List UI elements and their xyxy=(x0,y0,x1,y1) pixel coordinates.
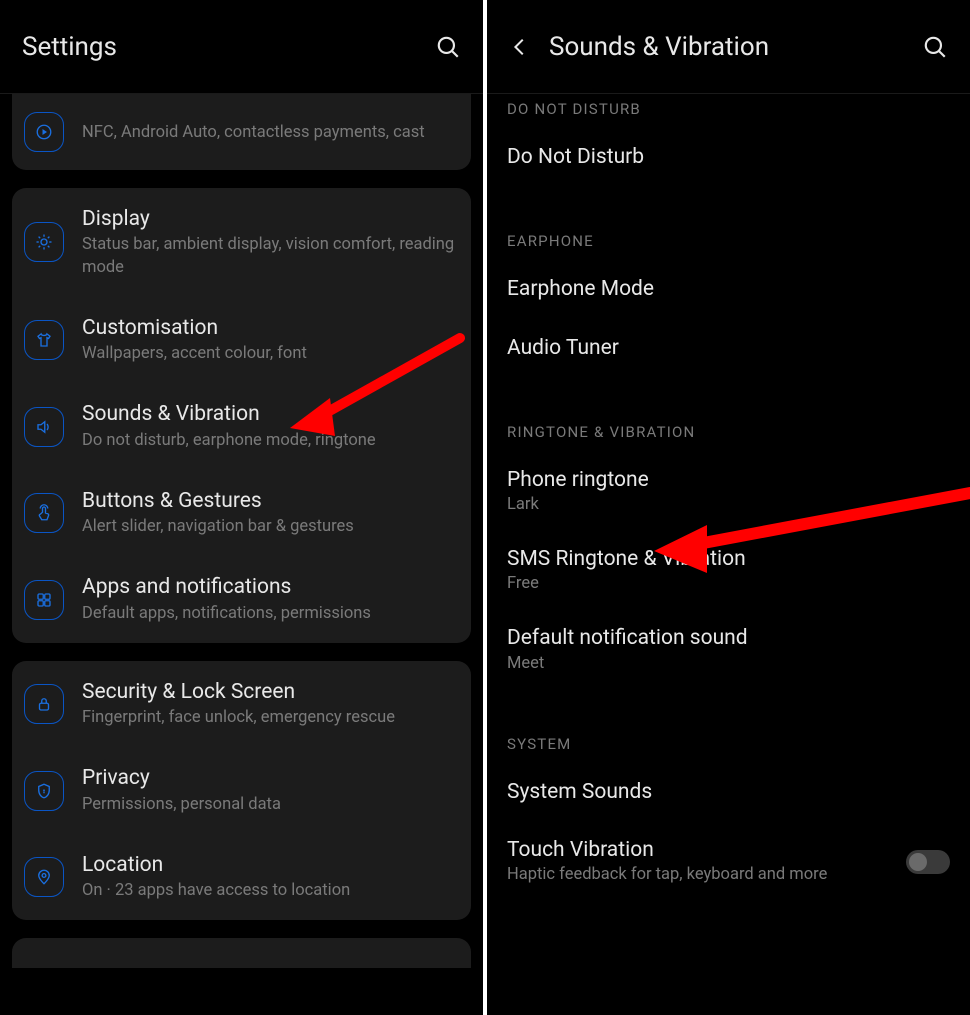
volume-icon xyxy=(24,407,64,447)
row-buttons-gestures[interactable]: Buttons & Gestures Alert slider, navigat… xyxy=(12,470,471,557)
item-audio-tuner[interactable]: Audio Tuner xyxy=(487,321,970,379)
row-apps-notifications[interactable]: Apps and notifications Default apps, not… xyxy=(12,556,471,643)
row-subtitle: Default apps, notifications, permissions xyxy=(82,603,457,625)
item-subtitle: Free xyxy=(507,574,950,593)
item-touch-vibration[interactable]: Touch Vibration Haptic feedback for tap,… xyxy=(487,823,970,902)
item-title: Audio Tuner xyxy=(507,335,950,361)
row-security[interactable]: Security & Lock Screen Fingerprint, face… xyxy=(12,661,471,748)
row-title: Privacy xyxy=(82,765,457,791)
row-privacy[interactable]: Privacy Permissions, personal data xyxy=(12,747,471,834)
row-title: Display xyxy=(82,206,457,232)
item-subtitle: Haptic feedback for tap, keyboard and mo… xyxy=(507,865,950,884)
row-subtitle: NFC, Android Auto, contactless payments,… xyxy=(82,122,457,144)
row-display[interactable]: Display Status bar, ambient display, vis… xyxy=(12,188,471,297)
item-earphone-mode[interactable]: Earphone Mode xyxy=(487,262,970,320)
toggle-touch-vibration[interactable] xyxy=(906,850,950,874)
card-security-group: Security & Lock Screen Fingerprint, face… xyxy=(12,661,471,921)
item-title: Touch Vibration xyxy=(507,837,950,863)
section-header-earphone: EARPHONE xyxy=(487,210,970,262)
back-icon[interactable] xyxy=(509,36,531,58)
item-title: Earphone Mode xyxy=(507,276,950,302)
settings-list: NFC, Android Auto, contactless payments,… xyxy=(0,94,483,1015)
item-title: SMS Ringtone & Vibration xyxy=(507,546,950,572)
row-title: Sounds & Vibration xyxy=(82,401,457,427)
header: Sounds & Vibration xyxy=(487,0,970,94)
card-display-group: Display Status bar, ambient display, vis… xyxy=(12,188,471,643)
row-subtitle: Do not disturb, earphone mode, ringtone xyxy=(82,430,457,452)
apps-icon xyxy=(24,580,64,620)
item-title: Phone ringtone xyxy=(507,467,950,493)
row-subtitle: Wallpapers, accent colour, font xyxy=(82,343,457,365)
row-subtitle: Alert slider, navigation bar & gestures xyxy=(82,516,457,538)
card-connected-devices: NFC, Android Auto, contactless payments,… xyxy=(12,94,471,170)
brightness-icon xyxy=(24,222,64,262)
row-title: Apps and notifications xyxy=(82,574,457,600)
row-subtitle: On · 23 apps have access to location xyxy=(82,880,457,902)
item-title: Do Not Disturb xyxy=(507,144,950,170)
row-title: Customisation xyxy=(82,315,457,341)
lock-icon xyxy=(24,684,64,724)
row-subtitle: Permissions, personal data xyxy=(82,794,457,816)
row-sounds-vibration[interactable]: Sounds & Vibration Do not disturb, earph… xyxy=(12,383,471,470)
row-subtitle: Fingerprint, face unlock, emergency resc… xyxy=(82,707,457,729)
row-location[interactable]: Location On · 23 apps have access to loc… xyxy=(12,834,471,921)
sounds-vibration-screen: Sounds & Vibration DO NOT DISTURB Do Not… xyxy=(487,0,970,1015)
row-title: Location xyxy=(82,852,457,878)
section-header-system: SYSTEM xyxy=(487,713,970,765)
header: Settings xyxy=(0,0,483,94)
item-title: Default notification sound xyxy=(507,625,950,651)
card-next-partial xyxy=(12,938,471,968)
touch-icon xyxy=(24,493,64,533)
item-sms-ringtone[interactable]: SMS Ringtone & Vibration Free xyxy=(487,532,970,611)
search-icon[interactable] xyxy=(922,34,948,60)
row-title: Security & Lock Screen xyxy=(82,679,457,705)
row-title: Buttons & Gestures xyxy=(82,488,457,514)
item-phone-ringtone[interactable]: Phone ringtone Lark xyxy=(487,453,970,532)
shirt-icon xyxy=(24,320,64,360)
page-title: Sounds & Vibration xyxy=(549,32,769,62)
shield-icon xyxy=(24,771,64,811)
item-subtitle: Lark xyxy=(507,495,950,514)
search-icon[interactable] xyxy=(435,34,461,60)
pin-icon xyxy=(24,857,64,897)
item-title: System Sounds xyxy=(507,779,950,805)
row-customisation[interactable]: Customisation Wallpapers, accent colour,… xyxy=(12,297,471,384)
item-default-notification[interactable]: Default notification sound Meet xyxy=(487,611,970,690)
section-header-dnd: DO NOT DISTURB xyxy=(487,94,970,130)
section-header-ringtone: RINGTONE & VIBRATION xyxy=(487,401,970,453)
item-system-sounds[interactable]: System Sounds xyxy=(487,765,970,823)
page-title: Settings xyxy=(22,32,117,62)
connected-icon xyxy=(24,112,64,152)
item-subtitle: Meet xyxy=(507,654,950,673)
row-subtitle: Status bar, ambient display, vision comf… xyxy=(82,234,457,279)
item-do-not-disturb[interactable]: Do Not Disturb xyxy=(487,130,970,188)
row-connected-devices[interactable]: NFC, Android Auto, contactless payments,… xyxy=(12,94,471,170)
sounds-list: DO NOT DISTURB Do Not Disturb EARPHONE E… xyxy=(487,94,970,1015)
settings-screen: Settings NFC, Android Auto, contactless … xyxy=(0,0,483,1015)
